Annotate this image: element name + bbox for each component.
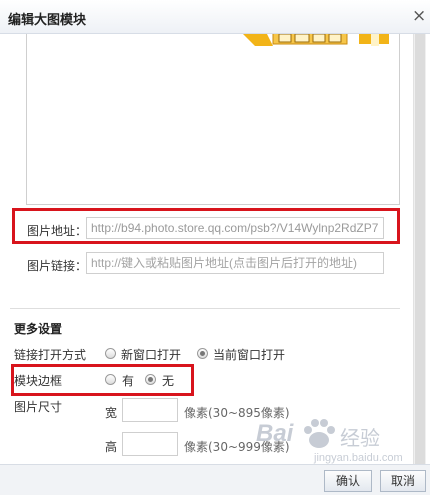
cancel-button[interactable]: 取消 [380, 470, 426, 492]
watermark-brand-cn: 经验 [340, 426, 380, 450]
open-current-window-radio[interactable] [197, 348, 208, 359]
dialog-footer: 确认 取消 [0, 464, 430, 495]
close-icon[interactable]: × [412, 6, 426, 26]
scrollbar-thumb[interactable] [415, 34, 425, 464]
confirm-button[interactable]: 确认 [324, 470, 372, 492]
open-new-window-radio[interactable] [105, 348, 116, 359]
open-mode-label: 链接打开方式 [14, 348, 87, 362]
border-no-radio[interactable] [145, 374, 156, 385]
width-label: 宽 [105, 406, 118, 420]
image-size-label: 图片尺寸 [14, 400, 63, 414]
open-current-window-label[interactable]: 当前窗口打开 [213, 346, 285, 363]
dialog-title-bar: 编辑大图模块 × [0, 0, 430, 34]
image-link-label: 图片链接： [27, 259, 88, 273]
width-input[interactable] [122, 398, 178, 422]
section-divider [10, 308, 400, 309]
vertical-scrollbar[interactable] [413, 34, 426, 464]
border-no-label[interactable]: 无 [162, 372, 174, 389]
image-url-field[interactable]: http://b94.photo.store.qq.com/psb?/V14Wy… [86, 217, 384, 239]
more-settings-heading: 更多设置 [14, 322, 63, 336]
watermark-url: jingyan.baidu.com [314, 452, 403, 464]
baidu-jingyan-watermark: Bai 经验 jingyan.baidu.com [254, 412, 424, 468]
paw-icon [304, 419, 335, 448]
watermark-brand-en: Bai [256, 420, 294, 447]
dialog-title: 编辑大图模块 [8, 13, 87, 28]
border-yes-label[interactable]: 有 [122, 372, 134, 389]
border-yes-radio[interactable] [105, 374, 116, 385]
module-border-label: 模块边框 [14, 374, 63, 388]
height-label: 高 [105, 440, 118, 454]
dialog-body[interactable]: 图片地址： http://b94.photo.store.qq.com/psb?… [10, 34, 413, 464]
image-preview [26, 34, 400, 205]
open-new-window-label[interactable]: 新窗口打开 [121, 346, 181, 363]
height-input[interactable] [122, 432, 178, 456]
image-url-label: 图片地址： [27, 224, 88, 238]
image-link-input[interactable]: http://键入或粘贴图片地址(点击图片后打开的地址) [86, 252, 384, 274]
preview-image-fragment [243, 34, 389, 46]
